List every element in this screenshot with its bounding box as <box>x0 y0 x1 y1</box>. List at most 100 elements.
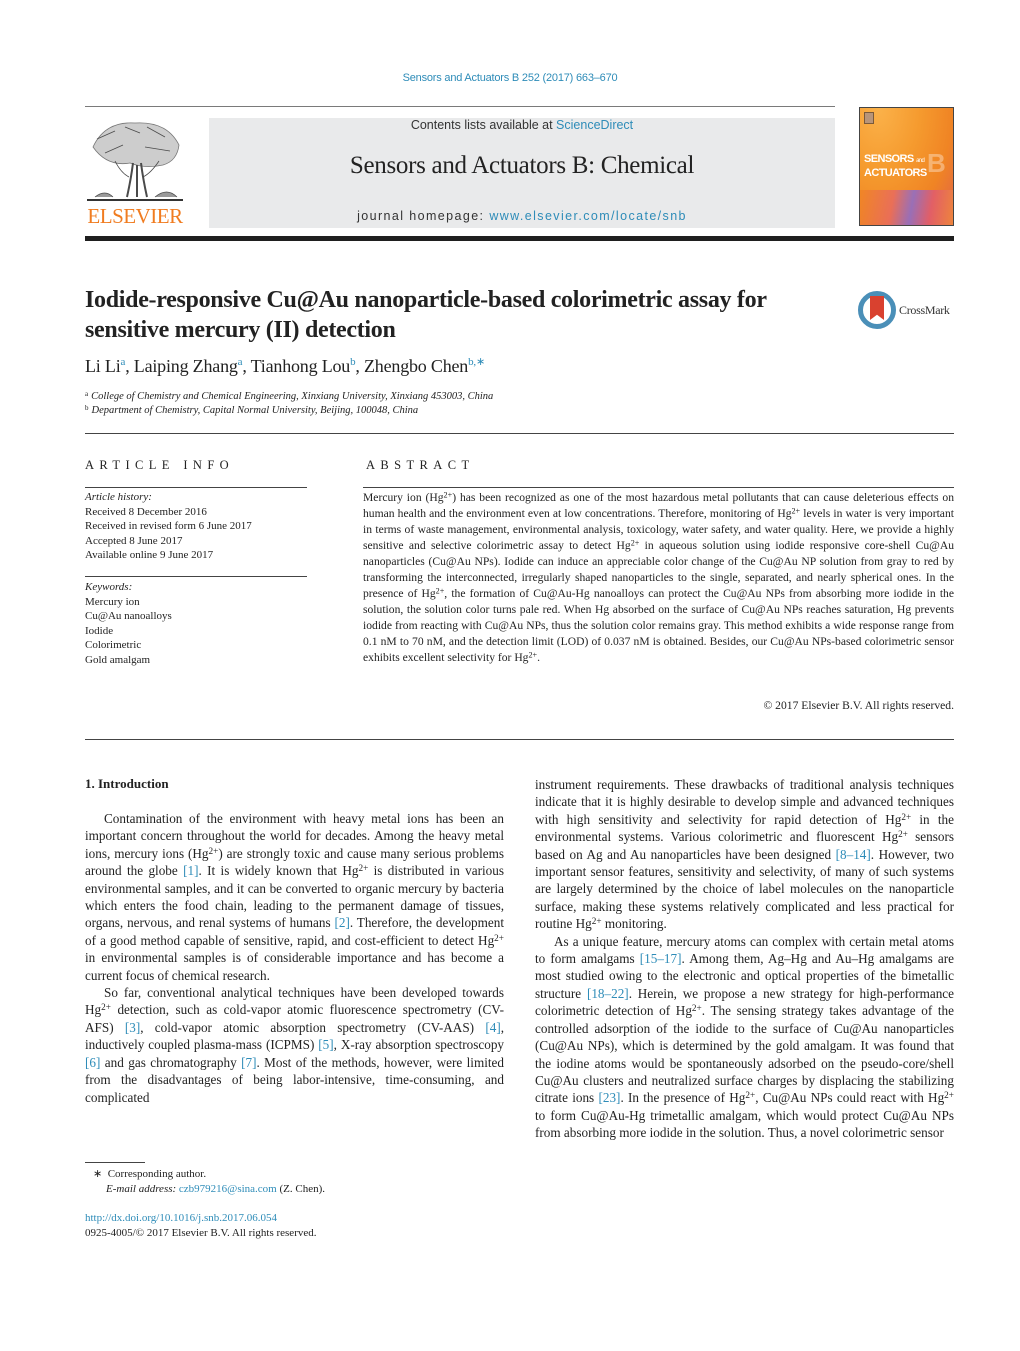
section-heading-introduction: 1. Introduction <box>85 776 169 791</box>
abstract-heading: ABSTRACT <box>366 458 475 472</box>
article-history: Article history: Received 8 December 201… <box>85 490 252 563</box>
author-affiliation-marker[interactable]: b <box>350 356 356 368</box>
journal-citation-link[interactable]: Sensors and Actuators B 252 (2017) 663–6… <box>0 72 1020 84</box>
citation-reference-link[interactable]: [2] <box>334 915 349 930</box>
affiliation-list: a College of Chemistry and Chemical Engin… <box>85 390 493 418</box>
sciencedirect-link[interactable]: ScienceDirect <box>556 118 633 132</box>
footnote-corresponding: ∗ Corresponding author. <box>85 1167 325 1182</box>
keyword-item: Cu@Au nanoalloys <box>85 610 172 622</box>
article-title: Iodide-responsive Cu@Au nanoparticle-bas… <box>85 285 835 345</box>
journal-cover-thumbnail[interactable]: B SENSORS and ACTUATORS <box>859 107 954 226</box>
footnote-divider <box>85 1162 145 1163</box>
keyword-item: Mercury ion <box>85 595 140 608</box>
footnote-marker: ∗ <box>93 1168 103 1180</box>
author-name: Laiping Zhang <box>133 356 238 376</box>
citation-reference-link[interactable]: [3] <box>125 1020 140 1035</box>
cover-title-line2: ACTUATORS <box>864 167 927 179</box>
elsevier-logo[interactable]: ELSEVIER <box>85 117 185 229</box>
author-email-link[interactable]: czb979216@sina.com <box>179 1183 277 1195</box>
body-paragraph: instrument requirements. These drawbacks… <box>535 777 954 932</box>
footnote-email: E-mail address: czb979216@sina.com (Z. C… <box>85 1182 325 1197</box>
superscript: 2+ <box>898 829 908 840</box>
superscript: 2+ <box>101 1002 111 1013</box>
superscript: 2+ <box>443 490 453 500</box>
keyword-item: Iodide <box>85 624 114 637</box>
history-item: Accepted 8 June 2017 <box>85 534 183 547</box>
history-item: Available online 9 June 2017 <box>85 549 214 561</box>
superscript: 2+ <box>358 863 369 874</box>
abstract-copyright: © 2017 Elsevier B.V. All rights reserved… <box>763 699 954 712</box>
author-affiliation-marker[interactable]: b,∗ <box>468 356 485 368</box>
superscript: 2+ <box>591 916 602 927</box>
superscript: 2+ <box>528 650 538 660</box>
body-column-right: instrument requirements. These drawbacks… <box>535 776 954 1142</box>
superscript: 2+ <box>435 586 445 596</box>
history-item: Received in revised form 6 June 2017 <box>85 520 252 532</box>
affiliation-key: a <box>85 390 89 398</box>
citation-reference-link[interactable]: [18–22] <box>587 986 629 1001</box>
cover-elsevier-icon <box>864 112 874 124</box>
citation-reference-link[interactable]: [1] <box>183 863 198 878</box>
email-label: E-mail address: <box>106 1182 177 1195</box>
citation-reference-link[interactable]: [4] <box>485 1020 500 1035</box>
citation-reference-link[interactable]: [8–14] <box>836 847 871 862</box>
homepage-link[interactable]: www.elsevier.com/locate/snb <box>489 209 687 223</box>
author[interactable]: Zhengbo Chenb,∗ <box>364 356 485 376</box>
issn-copyright: 0925-4005/© 2017 Elsevier B.V. All right… <box>85 1227 317 1239</box>
abstract-body: Mercury ion (Hg2+) has been recognized a… <box>363 490 954 664</box>
abstract-end-divider <box>85 739 954 740</box>
superscript: 2+ <box>630 538 640 548</box>
journal-homepage: journal homepage: www.elsevier.com/locat… <box>209 209 835 223</box>
crossmark-button[interactable]: CrossMark <box>858 291 958 331</box>
abstract-divider <box>363 487 954 488</box>
citation-reference-link[interactable]: [6] <box>85 1055 100 1070</box>
keywords-label: Keywords: <box>85 581 133 593</box>
author-name: Tianhong Lou <box>250 356 351 376</box>
cover-title: SENSORS and ACTUATORS <box>864 153 927 179</box>
history-item: Received 8 December 2016 <box>85 505 207 518</box>
body-column-left: Contamination of the environment with he… <box>85 810 504 1106</box>
author-affiliation-marker[interactable]: a <box>238 356 243 368</box>
body-paragraph: Contamination of the environment with he… <box>85 811 504 983</box>
author[interactable]: Laiping Zhanga <box>134 356 243 376</box>
citation-reference-link[interactable]: [7] <box>241 1055 256 1070</box>
corresponding-author-footnote: ∗ Corresponding author. E-mail address: … <box>85 1167 325 1196</box>
elsevier-tree-icon <box>87 122 183 201</box>
cover-title-and: and <box>916 158 925 164</box>
superscript: 2+ <box>691 1003 702 1014</box>
doi-link[interactable]: http://dx.doi.org/10.1016/j.snb.2017.06.… <box>85 1212 277 1224</box>
cover-big-letter: B <box>927 148 946 178</box>
journal-masthead: Contents lists available at ScienceDirec… <box>209 118 835 228</box>
keywords-list: Keywords: Mercury ion Cu@Au nanoalloys I… <box>85 580 172 667</box>
contents-prefix: Contents lists available at <box>410 118 557 132</box>
citation-reference-link[interactable]: [5] <box>318 1037 333 1052</box>
affiliation-text: College of Chemistry and Chemical Engine… <box>91 391 494 402</box>
article-title-line1: Iodide-responsive Cu@Au nanoparticle-bas… <box>85 287 767 313</box>
masthead-thick-rule <box>85 236 954 241</box>
superscript: 2+ <box>901 811 912 822</box>
superscript: 2+ <box>494 932 504 943</box>
affiliation-text: Department of Chemistry, Capital Normal … <box>91 405 419 416</box>
history-label: Article history: <box>85 491 152 503</box>
superscript: 2+ <box>791 506 801 516</box>
affiliation: a College of Chemistry and Chemical Engin… <box>85 390 493 404</box>
superscript: 2+ <box>944 1090 954 1101</box>
journal-title: Sensors and Actuators B: Chemical <box>349 152 695 179</box>
article-title-line2: sensitive mercury (II) detection <box>85 317 396 343</box>
author-affiliation-marker[interactable]: a <box>121 356 126 368</box>
body-paragraph: As a unique feature, mercury atoms can c… <box>535 933 955 1141</box>
author[interactable]: Tianhong Loub <box>251 356 356 376</box>
cover-title-line1: SENSORS <box>864 153 914 165</box>
keyword-item: Gold amalgam <box>85 653 151 666</box>
email-suffix: (Z. Chen). <box>276 1182 325 1195</box>
header-divider <box>85 106 835 107</box>
citation-reference-link[interactable]: [15–17] <box>640 951 682 966</box>
crossmark-label: CrossMark <box>899 303 950 317</box>
citation-reference-link[interactable]: [23] <box>598 1090 620 1105</box>
body-paragraph: So far, conventional analytical techniqu… <box>85 985 505 1105</box>
affiliation-divider <box>85 433 954 434</box>
homepage-prefix: journal homepage: <box>357 209 490 223</box>
doi-block: http://dx.doi.org/10.1016/j.snb.2017.06.… <box>85 1211 317 1241</box>
keyword-item: Colorimetric <box>85 639 142 651</box>
author[interactable]: Li Lia <box>85 356 125 376</box>
